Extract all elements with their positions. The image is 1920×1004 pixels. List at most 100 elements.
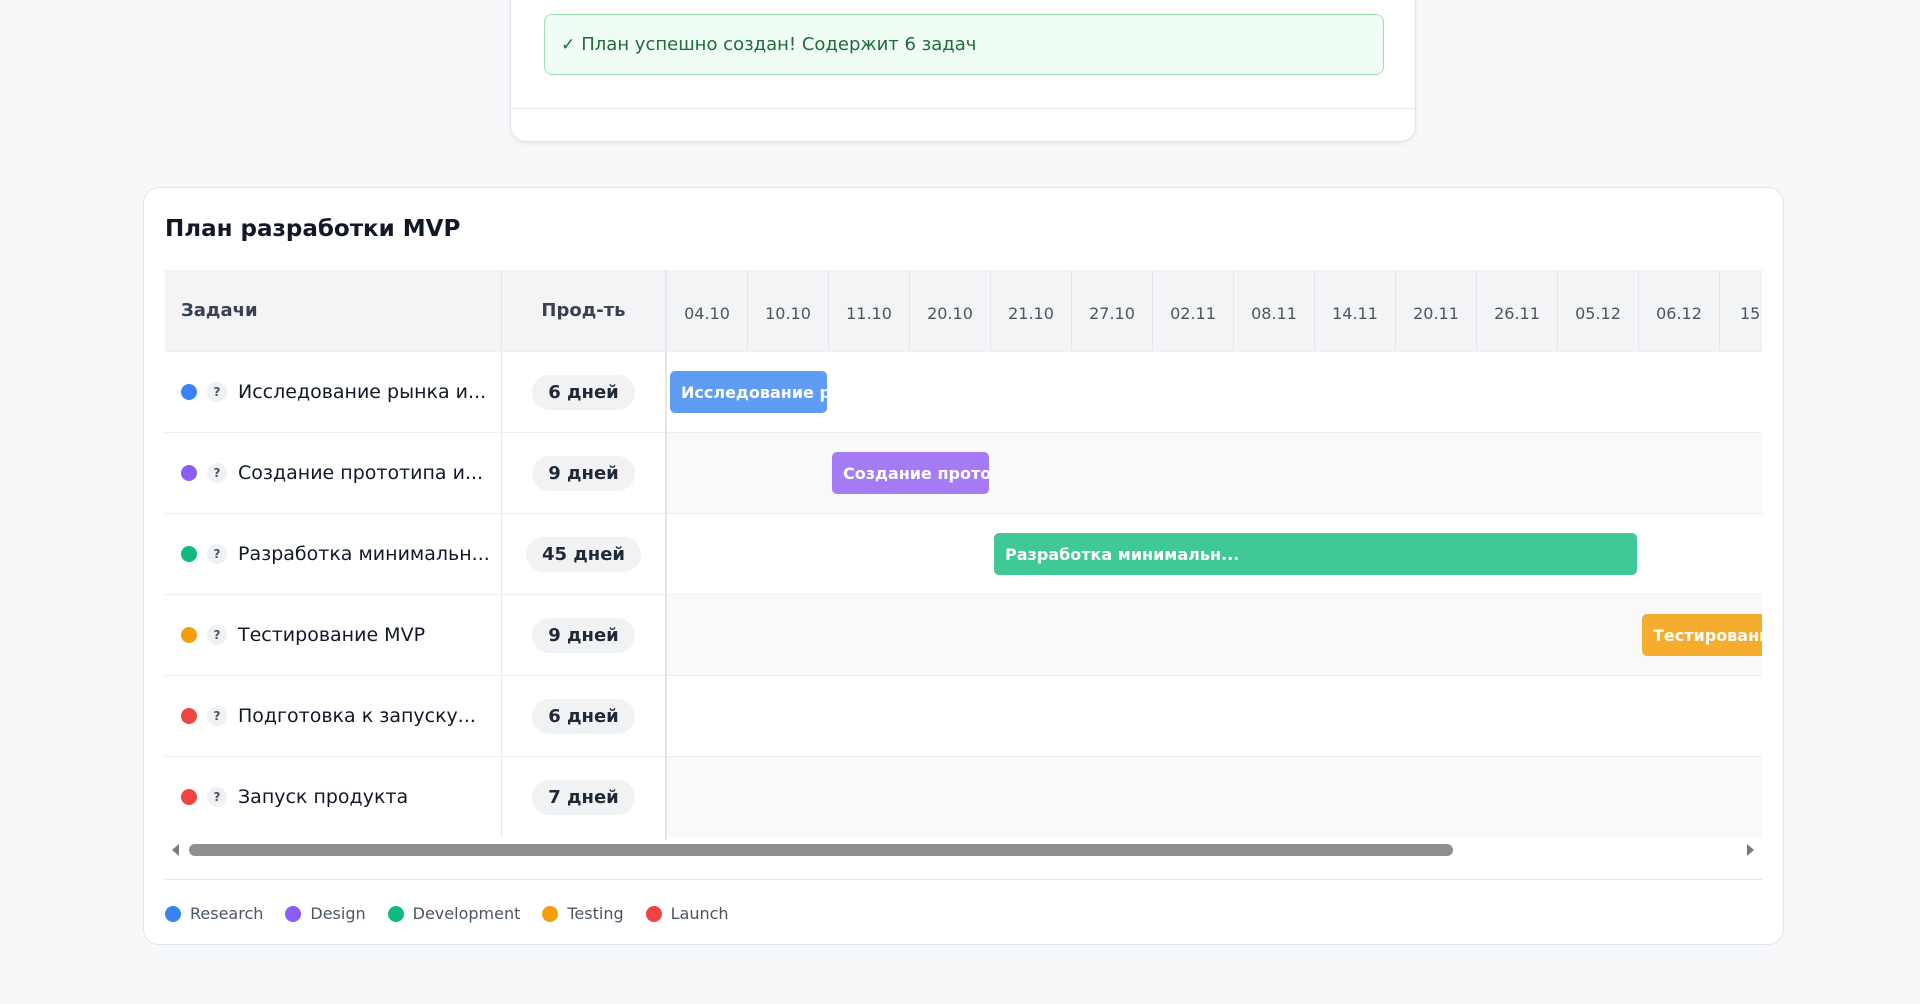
date-header-cell: 10.10 bbox=[748, 270, 829, 351]
duration-column-header: Прод-ть bbox=[502, 270, 665, 351]
date-header-cell: 26.11 bbox=[1477, 270, 1558, 351]
task-name: Исследование рынка и... bbox=[238, 381, 487, 403]
help-icon[interactable]: ? bbox=[207, 787, 227, 807]
plan-form-card: ✓ План успешно создан! Содержит 6 задач bbox=[510, 0, 1416, 142]
horizontal-scrollbar[interactable] bbox=[165, 840, 1762, 860]
legend-label: Research bbox=[190, 904, 264, 923]
task-row[interactable]: ? Запуск продукта 7 дней bbox=[165, 756, 665, 837]
task-name: Запуск продукта bbox=[238, 786, 409, 808]
legend-dot-icon bbox=[165, 905, 181, 922]
category-dot-icon bbox=[181, 708, 197, 724]
scroll-right-arrow-icon[interactable] bbox=[1747, 844, 1754, 856]
task-cell: ? Тестирование MVP bbox=[165, 595, 502, 675]
category-dot-icon bbox=[181, 384, 197, 400]
duration-cell: 9 дней bbox=[502, 595, 665, 675]
task-row[interactable]: ? Разработка минимальн... 45 дней bbox=[165, 513, 665, 594]
date-header-cell: 02.11 bbox=[1153, 270, 1234, 351]
legend-dot-icon bbox=[387, 905, 404, 922]
duration-cell: 6 дней bbox=[502, 352, 665, 432]
duration-badge: 7 дней bbox=[532, 779, 635, 815]
timeline-panel[interactable]: 04.10 10.10 11.10 20.10 21.10 27.10 02.1… bbox=[665, 270, 1762, 840]
timeline-row: Тестирование bbox=[667, 594, 1762, 675]
legend-dot-icon bbox=[645, 905, 662, 922]
task-row[interactable]: ? Подготовка к запуску... 6 дней bbox=[165, 675, 665, 756]
legend-dot-icon bbox=[542, 905, 559, 922]
timeline-row bbox=[667, 756, 1762, 837]
date-header-cell: 27.10 bbox=[1072, 270, 1153, 351]
date-header-cell: 20.10 bbox=[910, 270, 991, 351]
category-dot-icon bbox=[181, 627, 197, 643]
category-dot-icon bbox=[181, 465, 197, 481]
scrollbar-thumb[interactable] bbox=[189, 844, 1453, 856]
date-header-cell: 05.12 bbox=[1558, 270, 1639, 351]
task-cell: ? Разработка минимальн... bbox=[165, 514, 502, 594]
help-icon[interactable]: ? bbox=[207, 706, 227, 726]
task-row[interactable]: ? Тестирование MVP 9 дней bbox=[165, 594, 665, 675]
task-name: Подготовка к запуску... bbox=[238, 705, 476, 727]
task-cell: ? Создание прототипа и... bbox=[165, 433, 502, 513]
date-header-cell: 20.11 bbox=[1396, 270, 1477, 351]
gantt-title: План разработки MVP bbox=[165, 216, 461, 242]
duration-badge: 45 дней bbox=[525, 536, 642, 572]
duration-cell: 9 дней bbox=[502, 433, 665, 513]
timeline-row: Исследование рын bbox=[667, 351, 1762, 432]
legend-label: Testing bbox=[567, 904, 624, 923]
legend: Research Design Development Testing Laun… bbox=[165, 904, 751, 923]
date-header-cell: 06.12 bbox=[1639, 270, 1720, 351]
check-icon: ✓ bbox=[561, 34, 576, 55]
task-cell: ? Исследование рынка и... bbox=[165, 352, 502, 432]
task-name: Тестирование MVP bbox=[238, 624, 426, 646]
legend-item-development: Development bbox=[387, 904, 521, 923]
legend-divider bbox=[165, 879, 1762, 880]
task-name: Разработка минимальн... bbox=[238, 543, 490, 565]
legend-item-testing: Testing bbox=[542, 904, 624, 923]
legend-item-launch: Launch bbox=[645, 904, 729, 923]
gantt-card: План разработки MVP Задачи Прод-ть ? Исс… bbox=[143, 187, 1784, 945]
task-list-panel: Задачи Прод-ть ? Исследование рынка и...… bbox=[165, 270, 665, 840]
duration-badge: 9 дней bbox=[532, 617, 635, 653]
task-row[interactable]: ? Создание прототипа и... 9 дней bbox=[165, 432, 665, 513]
timeline-row bbox=[667, 675, 1762, 756]
task-row[interactable]: ? Исследование рынка и... 6 дней bbox=[165, 351, 665, 432]
task-cell: ? Запуск продукта bbox=[165, 757, 502, 837]
legend-label: Launch bbox=[670, 904, 729, 923]
duration-cell: 45 дней bbox=[502, 514, 665, 594]
category-dot-icon bbox=[181, 789, 197, 805]
timeline-row: Разработка минимальн... bbox=[667, 513, 1762, 594]
date-header-cell: 11.10 bbox=[829, 270, 910, 351]
duration-cell: 7 дней bbox=[502, 757, 665, 837]
help-icon[interactable]: ? bbox=[207, 625, 227, 645]
legend-label: Design bbox=[310, 904, 366, 923]
help-icon[interactable]: ? bbox=[207, 544, 227, 564]
legend-label: Development bbox=[412, 904, 521, 923]
task-name: Создание прототипа и... bbox=[238, 462, 484, 484]
task-bar[interactable]: Создание прототипа bbox=[832, 452, 989, 494]
scroll-left-arrow-icon[interactable] bbox=[172, 844, 179, 856]
gantt-body: Задачи Прод-ть ? Исследование рынка и...… bbox=[165, 270, 1762, 840]
duration-cell: 6 дней bbox=[502, 676, 665, 756]
tasks-column-header: Задачи bbox=[165, 270, 502, 351]
task-bar[interactable]: Исследование рын bbox=[670, 371, 827, 413]
timeline-header: 04.10 10.10 11.10 20.10 21.10 27.10 02.1… bbox=[667, 270, 1762, 351]
help-icon[interactable]: ? bbox=[207, 463, 227, 483]
task-bar[interactable]: Тестирование bbox=[1642, 614, 1762, 656]
date-header-cell: 08.11 bbox=[1234, 270, 1315, 351]
task-cell: ? Подготовка к запуску... bbox=[165, 676, 502, 756]
card-divider bbox=[511, 108, 1415, 109]
date-header-cell: 04.10 bbox=[667, 270, 748, 351]
task-bar[interactable]: Разработка минимальн... bbox=[994, 533, 1637, 575]
help-icon[interactable]: ? bbox=[207, 382, 227, 402]
duration-badge: 6 дней bbox=[532, 374, 635, 410]
legend-item-research: Research bbox=[165, 904, 263, 923]
category-dot-icon bbox=[181, 546, 197, 562]
duration-badge: 9 дней bbox=[532, 455, 635, 491]
date-header-cell: 14.11 bbox=[1315, 270, 1396, 351]
timeline-row: Создание прототипа bbox=[667, 432, 1762, 513]
success-alert: ✓ План успешно создан! Содержит 6 задач bbox=[544, 14, 1384, 75]
legend-item-design: Design bbox=[285, 904, 366, 923]
date-header-cell: 21.10 bbox=[991, 270, 1072, 351]
success-message: План успешно создан! Содержит 6 задач bbox=[581, 34, 977, 55]
legend-dot-icon bbox=[285, 905, 302, 922]
date-header-cell: 15. bbox=[1720, 270, 1762, 351]
duration-badge: 6 дней bbox=[532, 698, 635, 734]
